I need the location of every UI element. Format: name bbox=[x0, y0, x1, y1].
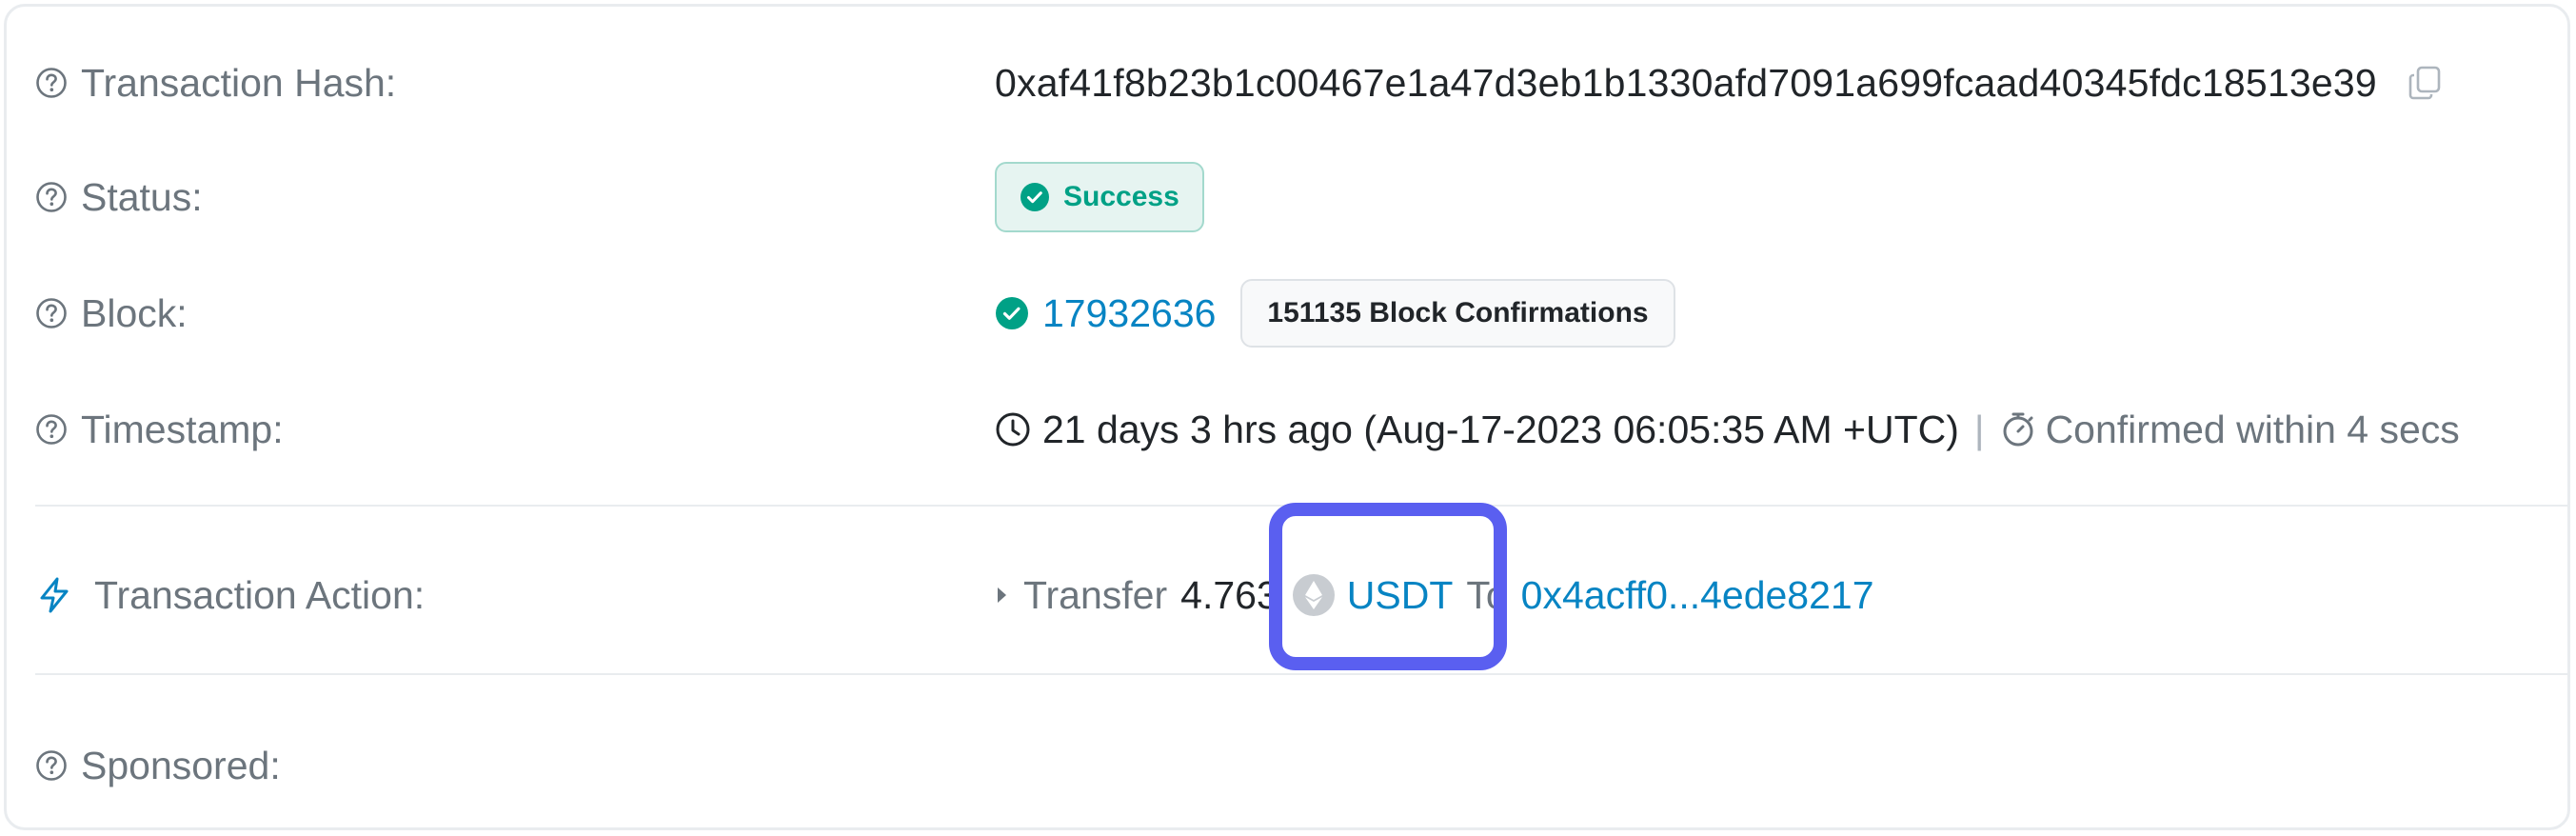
sponsored-label: Sponsored: bbox=[81, 743, 281, 787]
action-verb: Transfer bbox=[1023, 572, 1168, 617]
block-label: Block: bbox=[81, 290, 188, 335]
transaction-hash-value-group: 0xaf41f8b23b1c00467e1a47d3eb1b1330afd709… bbox=[995, 61, 2444, 106]
timestamp-value-group: 21 days 3 hrs ago (Aug-17-2023 06:05:35 … bbox=[995, 408, 2460, 452]
question-circle-icon[interactable] bbox=[35, 749, 68, 782]
transaction-hash-value: 0xaf41f8b23b1c00467e1a47d3eb1b1330afd709… bbox=[995, 60, 2377, 105]
recipient-address-link[interactable]: 0x4acff0...4ede8217 bbox=[1521, 573, 1874, 618]
clock-icon bbox=[995, 411, 1031, 448]
block-number-link[interactable]: 17932636 bbox=[1042, 291, 1216, 336]
section-divider bbox=[35, 505, 2567, 507]
transaction-action-label: Transaction Action: bbox=[94, 572, 426, 617]
status-value-group: Success bbox=[995, 162, 1204, 232]
row-transaction-action: Transaction Action: Transfer 4.763 USDT … bbox=[7, 557, 2567, 633]
timestamp-value: 21 days 3 hrs ago (Aug-17-2023 06:05:35 … bbox=[1042, 407, 1959, 451]
transaction-hash-label-group: Transaction Hash: bbox=[35, 61, 396, 106]
timestamp-label-group: Timestamp: bbox=[35, 408, 284, 452]
block-label-group: Block: bbox=[35, 291, 188, 336]
lightning-bolt-icon bbox=[35, 576, 73, 614]
transaction-action-label-group: Transaction Action: bbox=[35, 573, 425, 618]
row-status: Status: Success bbox=[7, 159, 2567, 235]
row-block: Block: 17932636 151135 Block Confirmatio… bbox=[7, 275, 2567, 351]
copy-icon[interactable] bbox=[2406, 64, 2444, 102]
block-value-group: 17932636 151135 Block Confirmations bbox=[995, 279, 1675, 348]
check-circle-icon bbox=[995, 296, 1029, 330]
token-link[interactable]: USDT bbox=[1347, 573, 1454, 618]
question-circle-icon[interactable] bbox=[35, 181, 68, 213]
status-badge-text: Success bbox=[1063, 181, 1179, 212]
row-timestamp: Timestamp: 21 days 3 hrs ago (Aug-17-202… bbox=[7, 391, 2567, 468]
status-badge: Success bbox=[995, 162, 1204, 232]
timestamp-label: Timestamp: bbox=[81, 407, 284, 451]
status-label: Status: bbox=[81, 174, 203, 219]
question-circle-icon[interactable] bbox=[35, 67, 68, 99]
section-divider bbox=[35, 673, 2567, 675]
timestamp-separator: | bbox=[1973, 407, 1985, 451]
stopwatch-icon bbox=[2000, 411, 2036, 448]
row-transaction-hash: Transaction Hash: 0xaf41f8b23b1c00467e1a… bbox=[7, 45, 2567, 121]
confirmed-within-text: Confirmed within 4 secs bbox=[2045, 407, 2460, 451]
action-amount: 4.763 bbox=[1180, 572, 1278, 617]
question-circle-icon[interactable] bbox=[35, 297, 68, 329]
transaction-hash-label: Transaction Hash: bbox=[81, 60, 397, 105]
status-label-group: Status: bbox=[35, 175, 203, 220]
transaction-details-card: Transaction Hash: 0xaf41f8b23b1c00467e1a… bbox=[4, 4, 2570, 830]
transaction-action-value-group: Transfer 4.763 USDT To 0x4acff0...4ede82… bbox=[995, 573, 1874, 618]
action-to-word: To bbox=[1466, 572, 1508, 617]
ethereum-token-icon bbox=[1292, 573, 1336, 617]
caret-right-icon[interactable] bbox=[995, 583, 1010, 607]
sponsored-label-group: Sponsored: bbox=[35, 744, 281, 788]
question-circle-icon[interactable] bbox=[35, 413, 68, 446]
row-sponsored: Sponsored: bbox=[7, 727, 2567, 804]
block-confirmations-badge: 151135 Block Confirmations bbox=[1240, 279, 1675, 348]
check-circle-icon bbox=[1020, 182, 1050, 212]
